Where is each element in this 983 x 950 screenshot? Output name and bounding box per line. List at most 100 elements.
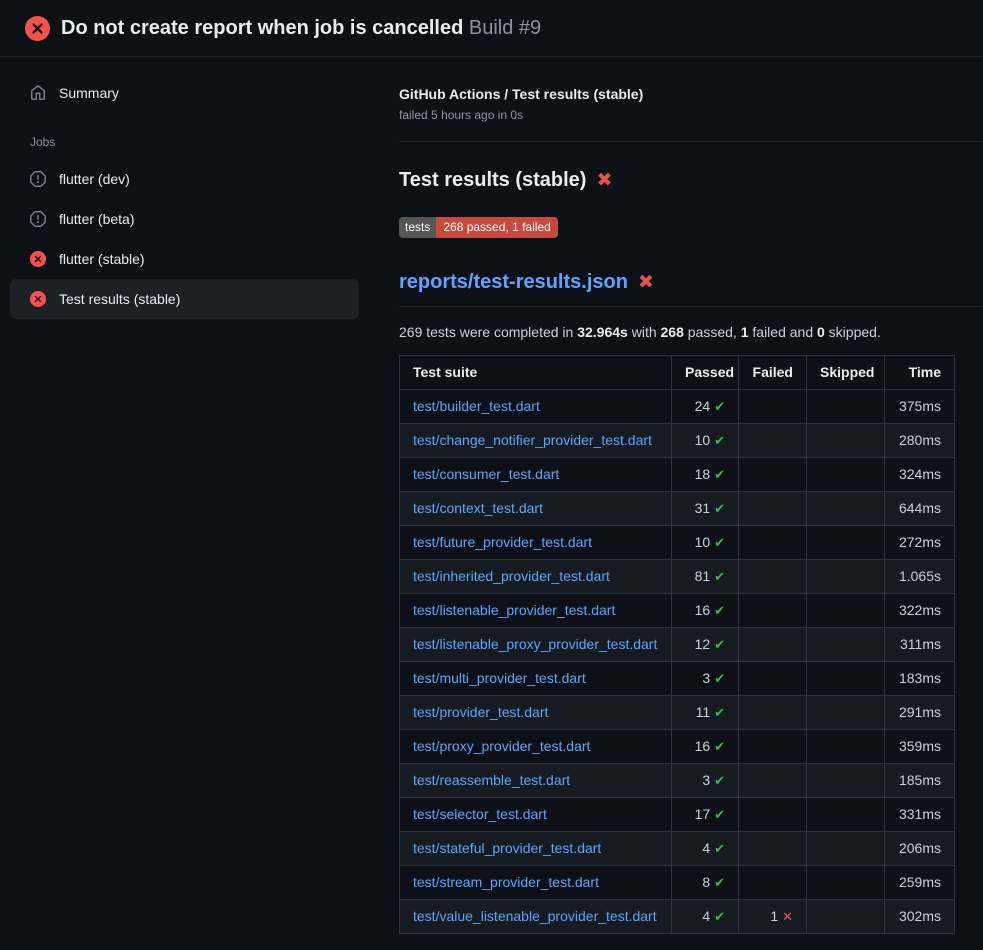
test-suite-link[interactable]: test/builder_test.dart bbox=[413, 398, 540, 414]
header: Do not create report when job is cancell… bbox=[0, 0, 983, 57]
fail-x-icon: ✕ bbox=[782, 909, 793, 924]
badge-label: tests bbox=[399, 217, 436, 238]
skipped-cell bbox=[807, 458, 885, 492]
pass-check-icon: ✔ bbox=[714, 467, 725, 482]
sidebar-item-job[interactable]: flutter (dev) bbox=[10, 159, 359, 199]
test-suite-link[interactable]: test/listenable_proxy_provider_test.dart bbox=[413, 636, 657, 652]
sidebar-item-job[interactable]: flutter (stable) bbox=[10, 239, 359, 279]
table-row: test/context_test.dart31 ✔644ms bbox=[400, 492, 955, 526]
time-cell: 291ms bbox=[885, 696, 955, 730]
test-suite-link[interactable]: test/proxy_provider_test.dart bbox=[413, 738, 590, 754]
sidebar-item-job[interactable]: Test results (stable) bbox=[10, 279, 359, 319]
test-suite-link[interactable]: test/future_provider_test.dart bbox=[413, 534, 592, 550]
table-row: test/multi_provider_test.dart3 ✔183ms bbox=[400, 662, 955, 696]
skipped-cell bbox=[807, 492, 885, 526]
test-suite-link[interactable]: test/provider_test.dart bbox=[413, 704, 548, 720]
pass-check-icon: ✔ bbox=[714, 705, 725, 720]
suite-cell: test/consumer_test.dart bbox=[400, 458, 672, 492]
report-title: reports/test-results.json ✖ bbox=[399, 270, 983, 307]
test-suite-link[interactable]: test/reassemble_test.dart bbox=[413, 772, 570, 788]
passed-count: 3 bbox=[702, 772, 714, 788]
test-suite-link[interactable]: test/stream_provider_test.dart bbox=[413, 874, 599, 890]
failed-cell: 1 ✕ bbox=[739, 900, 807, 934]
column-header: Passed bbox=[672, 356, 739, 390]
passed-count: 3 bbox=[702, 670, 714, 686]
section-title-text: Test results (stable) bbox=[399, 168, 586, 193]
suite-cell: test/context_test.dart bbox=[400, 492, 672, 526]
time-cell: 322ms bbox=[885, 594, 955, 628]
test-suite-link[interactable]: test/value_listenable_provider_test.dart bbox=[413, 908, 657, 924]
table-row: test/value_listenable_provider_test.dart… bbox=[400, 900, 955, 934]
passed-cell: 10 ✔ bbox=[672, 526, 739, 560]
test-suite-link[interactable]: test/inherited_provider_test.dart bbox=[413, 568, 610, 584]
summary-line: 269 tests were completed in 32.964s with… bbox=[399, 324, 983, 340]
table-row: test/consumer_test.dart18 ✔324ms bbox=[400, 458, 955, 492]
test-suite-link[interactable]: test/stateful_provider_test.dart bbox=[413, 840, 601, 856]
failed-cell bbox=[739, 628, 807, 662]
passed-count: 268 bbox=[661, 324, 684, 340]
failed-cell bbox=[739, 730, 807, 764]
skipped-cell bbox=[807, 798, 885, 832]
table-row: test/proxy_provider_test.dart16 ✔359ms bbox=[400, 730, 955, 764]
pass-check-icon: ✔ bbox=[714, 739, 725, 754]
passed-cell: 3 ✔ bbox=[672, 764, 739, 798]
section-title: Test results (stable) ✖ bbox=[399, 168, 983, 193]
time-cell: 206ms bbox=[885, 832, 955, 866]
suite-cell: test/listenable_provider_test.dart bbox=[400, 594, 672, 628]
passed-count: 24 bbox=[695, 398, 714, 414]
test-suite-link[interactable]: test/multi_provider_test.dart bbox=[413, 670, 586, 686]
test-suite-link[interactable]: test/selector_test.dart bbox=[413, 806, 547, 822]
passed-cell: 18 ✔ bbox=[672, 458, 739, 492]
test-suite-link[interactable]: test/consumer_test.dart bbox=[413, 466, 559, 482]
pass-check-icon: ✔ bbox=[714, 501, 725, 516]
x-circle-icon bbox=[30, 291, 46, 307]
suite-cell: test/inherited_provider_test.dart bbox=[400, 560, 672, 594]
time-cell: 280ms bbox=[885, 424, 955, 458]
skipped-cell bbox=[807, 696, 885, 730]
suite-cell: test/multi_provider_test.dart bbox=[400, 662, 672, 696]
pass-check-icon: ✔ bbox=[714, 671, 725, 686]
failed-cell bbox=[739, 560, 807, 594]
test-suite-link[interactable]: test/context_test.dart bbox=[413, 500, 543, 516]
failed-count: 1 bbox=[770, 908, 782, 924]
table-header-row: Test suitePassedFailedSkippedTime bbox=[400, 356, 955, 390]
passed-count: 31 bbox=[695, 500, 714, 516]
suite-cell: test/value_listenable_provider_test.dart bbox=[400, 900, 672, 934]
column-header: Time bbox=[885, 356, 955, 390]
time-cell: 1.065s bbox=[885, 560, 955, 594]
test-suite-link[interactable]: test/change_notifier_provider_test.dart bbox=[413, 432, 652, 448]
pass-check-icon: ✔ bbox=[714, 637, 725, 652]
table-row: test/inherited_provider_test.dart81 ✔1.0… bbox=[400, 560, 955, 594]
suite-cell: test/provider_test.dart bbox=[400, 696, 672, 730]
passed-count: 10 bbox=[695, 534, 714, 550]
pass-check-icon: ✔ bbox=[714, 875, 725, 890]
status-line: failed 5 hours ago in 0s bbox=[399, 108, 983, 122]
skipped-cell bbox=[807, 560, 885, 594]
table-row: test/provider_test.dart11 ✔291ms bbox=[400, 696, 955, 730]
suite-cell: test/proxy_provider_test.dart bbox=[400, 730, 672, 764]
badge-value: 268 passed, 1 failed bbox=[436, 217, 557, 238]
failed-cell bbox=[739, 696, 807, 730]
column-header: Skipped bbox=[807, 356, 885, 390]
test-suite-link[interactable]: test/listenable_provider_test.dart bbox=[413, 602, 615, 618]
time-cell: 272ms bbox=[885, 526, 955, 560]
time-cell: 311ms bbox=[885, 628, 955, 662]
failed-cell bbox=[739, 424, 807, 458]
skipped-cell bbox=[807, 594, 885, 628]
failed-cell bbox=[739, 390, 807, 424]
passed-cell: 16 ✔ bbox=[672, 594, 739, 628]
passed-cell: 17 ✔ bbox=[672, 798, 739, 832]
sidebar-item-summary[interactable]: Summary bbox=[10, 73, 359, 113]
sidebar-item-job[interactable]: flutter (beta) bbox=[10, 199, 359, 239]
table-row: test/listenable_proxy_provider_test.dart… bbox=[400, 628, 955, 662]
page-title: Do not create report when job is cancell… bbox=[61, 14, 541, 42]
jobs-section-label: Jobs bbox=[30, 135, 359, 149]
passed-count: 4 bbox=[702, 840, 714, 856]
run-title: Do not create report when job is cancell… bbox=[61, 17, 463, 39]
skipped-cell bbox=[807, 526, 885, 560]
pass-check-icon: ✔ bbox=[714, 841, 725, 856]
skipped-cell bbox=[807, 730, 885, 764]
report-link[interactable]: reports/test-results.json bbox=[399, 270, 628, 295]
total-time: 32.964s bbox=[577, 324, 628, 340]
time-cell: 302ms bbox=[885, 900, 955, 934]
